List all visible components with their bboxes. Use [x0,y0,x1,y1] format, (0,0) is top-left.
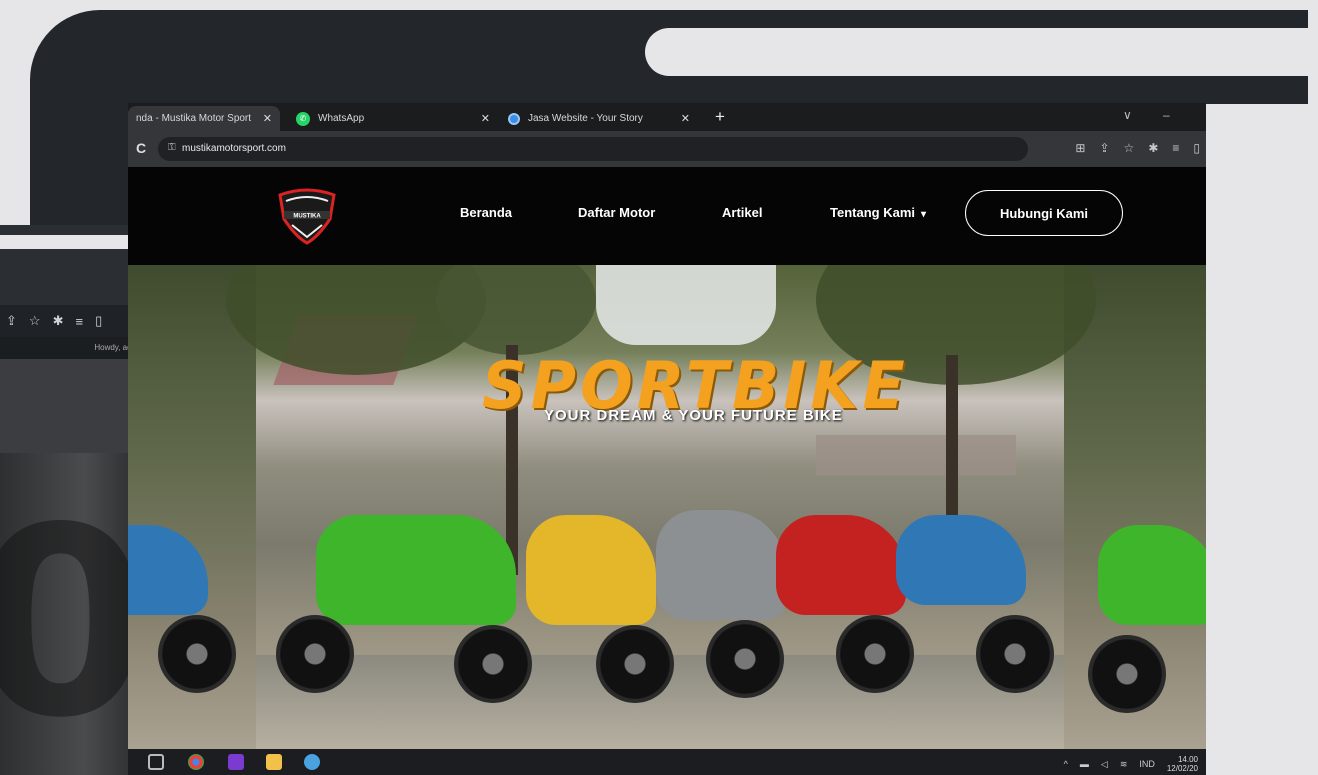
hubungi-kami-button[interactable]: Hubungi Kami [965,190,1123,236]
chevron-down-icon: ▾ [921,209,927,220]
browser-window: nda - Mustika Motor Sport ✕ ✆ WhatsApp ✕… [128,103,1206,775]
chrome-icon[interactable] [188,754,204,770]
reading-list-icon[interactable]: ≡ [1172,141,1179,155]
url-text: mustikamotorsport.com [182,143,286,154]
close-icon[interactable]: ✕ [681,112,690,125]
app-icon[interactable] [304,754,320,770]
minimize-button[interactable]: – [1163,108,1170,122]
whatsapp-icon: ✆ [296,111,310,126]
nav-daftar-motor[interactable]: Daftar Motor [578,205,655,220]
share-icon[interactable]: ⇪ [1099,141,1109,155]
close-icon[interactable]: ✕ [263,112,272,125]
nav-tentang-kami[interactable]: Tentang Kami ▾ [830,205,926,220]
tab-title: WhatsApp [318,113,365,124]
address-bar-actions: ⊞ ⇪ ☆ ✱ ≡ ▯ [1075,141,1200,155]
logo-text: MUSTIKA [293,214,321,220]
tab-jasa-website[interactable]: Jasa Website - Your Story ✕ [500,106,698,131]
nav-artikel[interactable]: Artikel [722,205,762,220]
hero-banner: SPORTBIKE YOUR DREAM & YOUR FUTURE BIKE [128,265,1206,749]
globe-icon [508,112,520,125]
hero-tagline: YOUR DREAM & YOUR FUTURE BIKE [544,407,843,424]
nav-tentang-kami-label: Tentang Kami [830,205,915,220]
frame-right-edge [1206,104,1318,775]
clock-time: 14.00 [1177,755,1198,764]
tab-mustika[interactable]: nda - Mustika Motor Sport ✕ [128,106,280,131]
clock-date: 12/02/20 [1166,764,1198,773]
tab-bar: nda - Mustika Motor Sport ✕ ✆ WhatsApp ✕… [128,103,1206,131]
sidepanel-icon[interactable]: ▯ [1193,141,1200,155]
speaker-icon[interactable]: ◁ [1101,759,1108,770]
url-input[interactable]: ⚿ mustikamotorsport.com [158,137,1028,161]
nav-beranda[interactable]: Beranda [460,205,512,220]
onenote-icon[interactable] [228,754,244,770]
extensions-icon[interactable]: ✱ [53,313,64,329]
close-icon[interactable]: ✕ [481,112,490,125]
reading-list-icon[interactable]: ≡ [75,314,83,329]
share-icon[interactable]: ⇪ [6,313,17,329]
system-tray: ^ ▬ ◁ ≋ IND 14.00 12/02/20 [1064,755,1198,773]
battery-icon[interactable]: ▬ [1080,759,1089,769]
clock[interactable]: 14.00 12/02/20 [1167,755,1198,773]
task-view-icon[interactable] [148,754,164,770]
hero-image [226,265,1096,749]
mustika-logo[interactable]: MUSTIKA [274,185,340,245]
star-icon[interactable]: ☆ [29,313,41,329]
frame-cutout [645,28,1318,76]
translate-icon[interactable]: ⊞ [1075,141,1085,155]
language-indicator[interactable]: IND [1139,759,1155,769]
windows-taskbar: ^ ▬ ◁ ≋ IND 14.00 12/02/20 [128,749,1206,775]
site-header: MUSTIKA Beranda Daftar Motor Artikel Ten… [128,167,1206,265]
new-tab-button[interactable]: + [715,107,725,127]
tab-title: Jasa Website - Your Story [528,113,643,124]
extensions-icon[interactable]: ✱ [1148,141,1158,155]
tab-search-icon[interactable]: ∨ [1123,108,1132,122]
tab-title: nda - Mustika Motor Sport [136,113,252,124]
reload-icon[interactable]: C [136,140,146,156]
sidepanel-icon[interactable]: ▯ [95,313,102,329]
chevron-up-icon[interactable]: ^ [1064,759,1068,769]
lock-icon[interactable]: ⚿ [168,142,176,153]
star-icon[interactable]: ☆ [1124,141,1135,155]
tab-whatsapp[interactable]: ✆ WhatsApp ✕ [288,106,498,131]
wifi-icon[interactable]: ≋ [1120,759,1128,770]
file-explorer-icon[interactable] [266,754,282,770]
address-bar: C ⚿ mustikamotorsport.com ⊞ ⇪ ☆ ✱ ≡ ▯ [128,131,1206,167]
